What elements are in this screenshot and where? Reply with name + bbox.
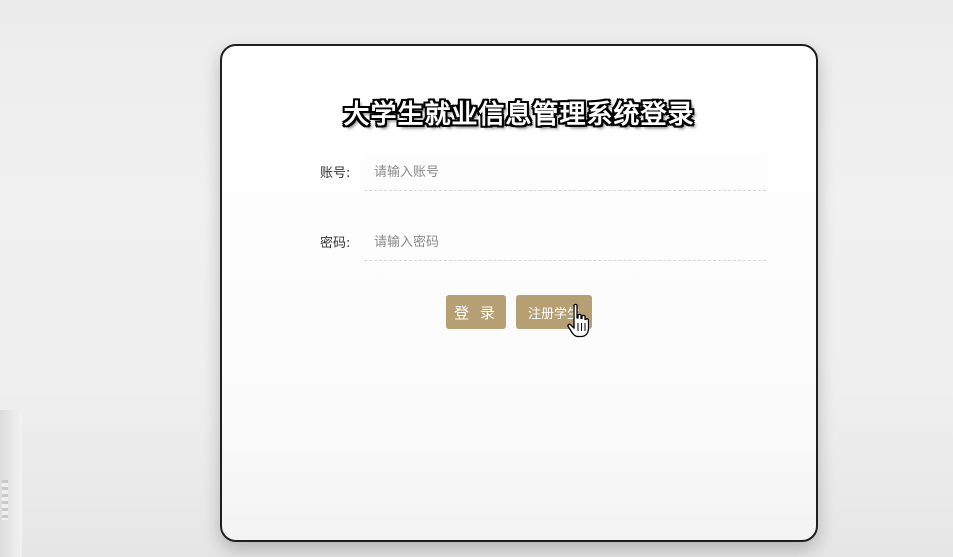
account-label: 账号: — [320, 166, 351, 181]
register-student-button[interactable]: 注册学生 — [516, 295, 592, 329]
login-card: 大学生就业信息管理系统登录 账号: 密码: 登 录 注册学生 — [220, 44, 818, 542]
login-button[interactable]: 登 录 — [446, 295, 506, 329]
account-input[interactable] — [364, 154, 766, 191]
background-decoration — [0, 410, 22, 557]
password-field-row: 密码: — [320, 224, 766, 262]
password-input[interactable] — [364, 224, 766, 261]
password-label: 密码: — [320, 236, 351, 251]
login-title: 大学生就业信息管理系统登录 — [343, 100, 695, 130]
account-field-row: 账号: — [320, 154, 766, 192]
